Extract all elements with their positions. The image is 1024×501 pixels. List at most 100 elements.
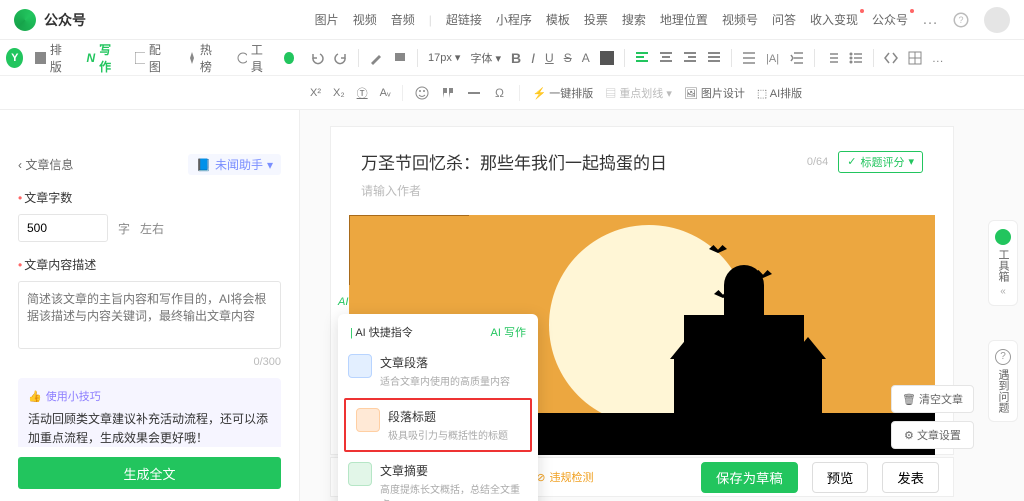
undo-icon[interactable] [310,51,324,65]
menu-miniapp[interactable]: 小程序 [496,11,532,28]
paragraph-icon [348,354,372,378]
heading-icon [356,408,380,432]
case-icon[interactable]: Aᵥ [380,87,391,99]
align-right-icon[interactable] [683,51,697,65]
text-color-icon[interactable]: A [582,51,590,65]
tab-write[interactable]: N写作 [78,41,126,75]
collapse-icon[interactable]: « [1000,286,1006,297]
align-justify-icon[interactable] [707,51,721,65]
menu-location[interactable]: 地理位置 [660,11,708,28]
tab-tools[interactable]: 工具 [229,41,280,75]
ai-label-icon: AI [338,296,348,308]
help-icon[interactable]: ? [952,11,970,29]
italic-icon[interactable]: I [531,50,535,66]
menu-template[interactable]: 模板 [546,11,570,28]
menu-account[interactable]: 公众号 [872,11,908,28]
underline-icon[interactable]: U [545,51,554,65]
assistant-button[interactable]: 📘 未闻助手 ▾ [188,154,281,175]
menu-income[interactable]: 收入变现 [810,11,858,28]
top-menu: 图片 视频 音频 | 超链接 小程序 模板 投票 搜索 地理位置 视频号 问答 … [315,11,908,28]
unit-approx: 左右 [140,220,164,237]
title-score-button[interactable]: ✓ 标题评分 ▾ [838,151,923,173]
generate-button[interactable]: 生成全文 [18,457,281,489]
question-icon: ? [995,349,1011,365]
menu-video[interactable]: 视频 [353,11,377,28]
bold-icon[interactable]: B [511,50,521,66]
toolbox-icon [995,229,1011,245]
user-avatar[interactable] [984,7,1010,33]
menu-more-icon[interactable]: … [922,11,938,29]
menu-audio[interactable]: 音频 [391,11,415,28]
svg-text:|A|: |A| [766,53,779,65]
align-center-icon[interactable] [659,51,673,65]
line-height-icon[interactable] [742,51,756,65]
align-left-icon[interactable] [635,51,649,65]
ai-item-heading[interactable]: 段落标题极具吸引力与概括性的标题 [344,398,532,452]
special-char-icon[interactable]: Ω [493,86,507,100]
list-ordered-icon[interactable] [825,51,839,65]
word-count-label: •文章字数 [18,189,281,206]
svg-text:Ω: Ω [495,86,504,100]
ai-quick-popup: | AI 快捷指令 AI 写作 文章段落适合文章内使用的高质量内容 段落标题极具… [338,314,538,501]
superscript-icon[interactable]: X² [310,87,321,99]
menu-videoacct[interactable]: 视频号 [722,11,758,28]
emoji-icon[interactable] [415,86,429,100]
divider-icon[interactable] [467,86,481,100]
font-size-select[interactable]: 17px ▾ [428,51,460,64]
brand-badge: Y [6,48,23,68]
tab-hot[interactable]: 热榜 [178,41,229,75]
doc-title[interactable]: 万圣节回忆杀：那些年我们一起捣蛋的日 [361,149,667,174]
redo-icon[interactable] [334,51,348,65]
quote-icon[interactable] [441,86,455,100]
ai-layout-button[interactable]: ⬚ AI排版 [757,85,802,101]
content-desc-label: •文章内容描述 [18,256,281,273]
strike-icon[interactable]: S [564,51,572,65]
table-icon[interactable] [908,51,922,65]
tip-body: 活动回顾类文章建议补充活动流程，还可以添加重点流程，生成效果会更好哦！ [28,410,271,447]
clear-article-button[interactable]: 🗑 清空文章 [891,385,974,413]
eyedropper-icon[interactable] [369,51,383,65]
tab-layout[interactable]: 排版 [27,41,78,75]
menu-qa[interactable]: 问答 [772,11,796,28]
toolbox-dock[interactable]: 工具箱 « [988,220,1018,306]
key-line-button[interactable]: ▤ 重点划线 ▾ [605,85,672,101]
violation-check-button[interactable]: ⊘ 违规检测 [536,469,593,485]
ai-pop-title: | AI 快捷指令 [350,324,413,340]
back-button[interactable]: ‹ 文章信息 [18,156,73,173]
ai-write-link[interactable]: AI 写作 [491,324,526,340]
publish-button[interactable]: 发表 [882,462,939,493]
app-brand: 公众号 [44,10,86,30]
highlight-icon[interactable] [600,51,614,65]
article-settings-button[interactable]: ⚙ 文章设置 [891,421,974,449]
unit-char: 字 [118,220,130,237]
word-count-input[interactable] [18,214,108,242]
save-draft-button[interactable]: 保存为草稿 [701,462,798,493]
indent-icon[interactable] [790,51,804,65]
more-format-icon[interactable]: … [932,51,944,65]
one-click-layout-button[interactable]: ⚡ 一键排版 [532,85,593,101]
menu-image[interactable]: 图片 [315,11,339,28]
title-counter: 0/64 [807,156,828,168]
font-family-select[interactable]: 字体 ▾ [470,50,501,66]
ai-item-summary[interactable]: 文章摘要高度提炼长文概括，总结全文重点 [338,454,538,501]
menu-search[interactable]: 搜索 [622,11,646,28]
tab-image[interactable]: 配图 [127,41,178,75]
ai-item-paragraph[interactable]: 文章段落适合文章内使用的高质量内容 [338,346,538,396]
author-input[interactable]: 请输入作者 [361,182,923,199]
help-dock[interactable]: ? 遇到问题 [988,340,1018,422]
paint-icon[interactable] [393,51,407,65]
menu-link[interactable]: 超链接 [446,11,482,28]
app-logo [14,9,36,31]
desc-counter: 0/300 [18,356,281,368]
image-design-button[interactable]: 🖼 图片设计 [684,85,745,101]
subscript-icon[interactable]: X₂ [333,87,345,99]
code-icon[interactable] [884,51,898,65]
menu-vote[interactable]: 投票 [584,11,608,28]
list-bullet-icon[interactable] [849,51,863,65]
summary-icon [348,462,372,486]
status-dot-icon [284,52,294,64]
clear-format-icon[interactable]: Ⓣ [357,85,368,101]
letter-spacing-icon[interactable]: |A| [766,51,780,65]
content-desc-input[interactable] [18,281,281,349]
preview-button[interactable]: 预览 [812,462,869,493]
